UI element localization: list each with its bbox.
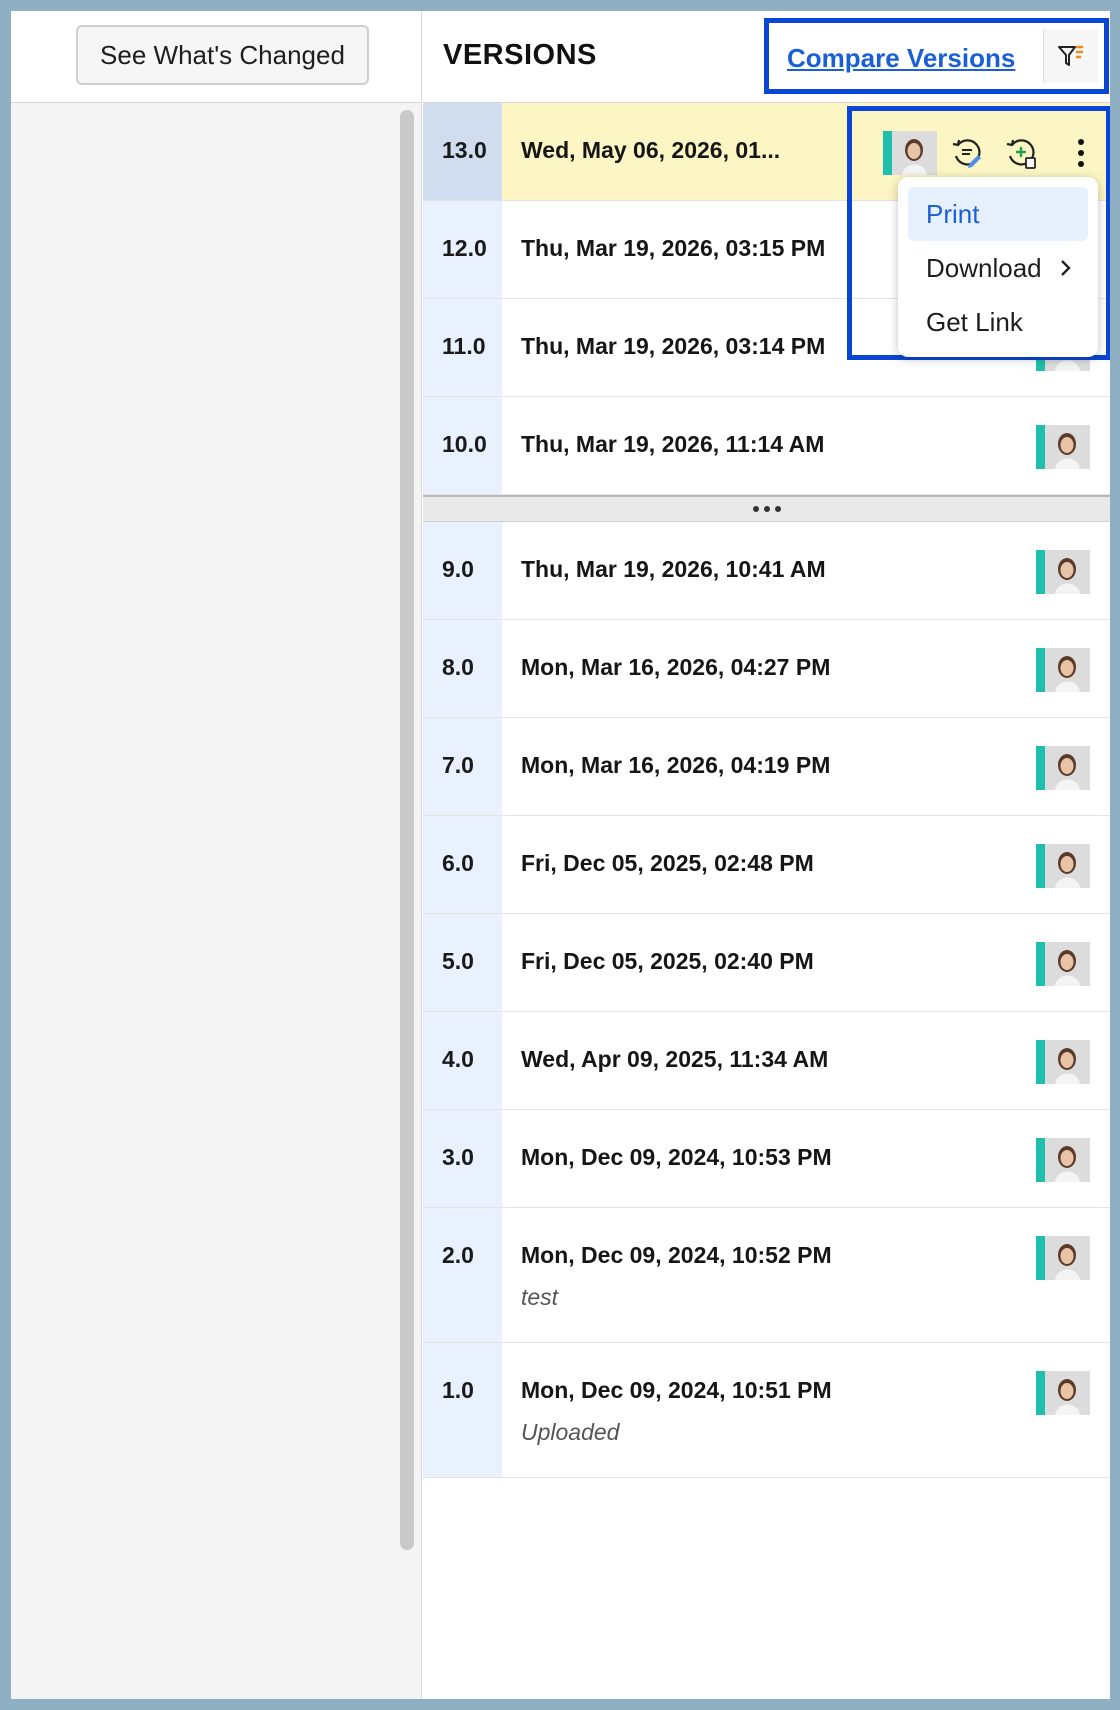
version-content: Mon, Dec 09, 2024, 10:51 PM Uploaded	[502, 1343, 1110, 1477]
version-row[interactable]: 8.0 Mon, Mar 16, 2026, 04:27 PM	[423, 620, 1110, 718]
version-row[interactable]: 5.0 Fri, Dec 05, 2025, 02:40 PM	[423, 914, 1110, 1012]
selected-row-actions	[883, 131, 1103, 181]
version-number: 4.0	[423, 1012, 502, 1109]
version-row[interactable]: 1.0 Mon, Dec 09, 2024, 10:51 PM Uploaded	[423, 1343, 1110, 1478]
avatar[interactable]	[1036, 550, 1090, 594]
version-date: Thu, Mar 19, 2026, 03:15 PM	[521, 235, 826, 261]
version-number: 10.0	[423, 397, 502, 494]
versions-header: VERSIONS Compare Versions	[423, 11, 1110, 103]
version-number: 7.0	[423, 718, 502, 815]
scrollbar[interactable]	[400, 110, 414, 1550]
version-row[interactable]: 10.0 Thu, Mar 19, 2026, 11:14 AM	[423, 397, 1110, 495]
make-copy-icon	[1006, 139, 1036, 169]
version-number: 3.0	[423, 1110, 502, 1207]
window: See What's Changed VERSIONS Compare Vers…	[11, 11, 1110, 1699]
version-number: 5.0	[423, 914, 502, 1011]
avatar[interactable]	[1036, 1138, 1090, 1182]
version-date: Thu, Mar 19, 2026, 03:14 PM	[521, 333, 826, 359]
filter-button[interactable]	[1043, 29, 1098, 83]
preview-area	[11, 103, 421, 1699]
filter-icon	[1058, 45, 1083, 66]
restore-version-icon	[952, 139, 981, 168]
menu-item-download[interactable]: Download	[908, 241, 1088, 295]
version-number: 1.0	[423, 1343, 502, 1477]
menu-item-print[interactable]: Print	[908, 187, 1088, 241]
version-number: 13.0	[423, 103, 502, 200]
version-number: 6.0	[423, 816, 502, 913]
more-options-button[interactable]	[1061, 133, 1101, 173]
version-date: Fri, Dec 05, 2025, 02:48 PM	[521, 850, 814, 876]
avatar[interactable]	[1036, 844, 1090, 888]
version-date: Thu, Mar 19, 2026, 10:41 AM	[521, 556, 826, 582]
more-options-icon	[1078, 139, 1084, 167]
version-content: Thu, Mar 19, 2026, 11:14 AM	[502, 397, 1110, 494]
compare-versions-highlight: Compare Versions	[764, 18, 1109, 94]
menu-item-download-label: Download	[926, 252, 1042, 283]
see-whats-changed-button[interactable]: See What's Changed	[76, 25, 369, 85]
version-content: Fri, Dec 05, 2025, 02:48 PM	[502, 816, 1110, 913]
version-row[interactable]: 7.0 Mon, Mar 16, 2026, 04:19 PM	[423, 718, 1110, 816]
version-date: Mon, Mar 16, 2026, 04:19 PM	[521, 752, 831, 778]
version-row[interactable]: 4.0 Wed, Apr 09, 2025, 11:34 AM	[423, 1012, 1110, 1110]
version-row[interactable]: 6.0 Fri, Dec 05, 2025, 02:48 PM	[423, 816, 1110, 914]
version-content: Mon, Mar 16, 2026, 04:19 PM	[502, 718, 1110, 815]
version-date: Wed, May 06, 2026, 01...	[521, 137, 781, 163]
context-menu: Print Download Get Link	[898, 177, 1098, 357]
version-content: Mon, Dec 09, 2024, 10:53 PM	[502, 1110, 1110, 1207]
versions-title: VERSIONS	[443, 39, 597, 71]
preview-header: See What's Changed	[11, 11, 421, 103]
expand-dots-icon	[752, 506, 781, 512]
avatar[interactable]	[1036, 746, 1090, 790]
version-date: Wed, Apr 09, 2025, 11:34 AM	[521, 1046, 829, 1072]
version-date: Mon, Dec 09, 2024, 10:51 PM	[521, 1377, 832, 1403]
restore-version-button[interactable]	[947, 133, 987, 173]
version-number: 2.0	[423, 1208, 502, 1342]
avatar[interactable]	[883, 131, 937, 175]
make-copy-button[interactable]	[1001, 133, 1041, 173]
version-note: Uploaded	[521, 1419, 620, 1445]
avatar[interactable]	[1036, 942, 1090, 986]
version-content: Mon, Mar 16, 2026, 04:27 PM	[502, 620, 1110, 717]
version-date: Mon, Dec 09, 2024, 10:53 PM	[521, 1144, 832, 1170]
version-content: Thu, Mar 19, 2026, 10:41 AM	[502, 522, 1110, 619]
version-number: 8.0	[423, 620, 502, 717]
version-row[interactable]: 2.0 Mon, Dec 09, 2024, 10:52 PM test	[423, 1208, 1110, 1343]
avatar[interactable]	[1036, 1371, 1090, 1415]
version-row[interactable]: 9.0 Thu, Mar 19, 2026, 10:41 AM	[423, 522, 1110, 620]
version-number: 12.0	[423, 201, 502, 298]
expand-hidden-versions[interactable]	[423, 495, 1110, 522]
version-date: Thu, Mar 19, 2026, 11:14 AM	[521, 431, 825, 457]
avatar[interactable]	[1036, 425, 1090, 469]
avatar[interactable]	[1036, 1236, 1090, 1280]
chevron-right-icon	[1061, 260, 1071, 276]
compare-versions-link[interactable]: Compare Versions	[787, 43, 1015, 74]
version-content: Wed, Apr 09, 2025, 11:34 AM	[502, 1012, 1110, 1109]
version-note: test	[521, 1284, 559, 1310]
version-number: 11.0	[423, 299, 502, 396]
avatar[interactable]	[1036, 1040, 1090, 1084]
menu-item-get-link[interactable]: Get Link	[908, 295, 1088, 349]
version-date: Fri, Dec 05, 2025, 02:40 PM	[521, 948, 814, 974]
version-date: Mon, Dec 09, 2024, 10:52 PM	[521, 1242, 832, 1268]
version-number: 9.0	[423, 522, 502, 619]
version-row[interactable]: 3.0 Mon, Dec 09, 2024, 10:53 PM	[423, 1110, 1110, 1208]
avatar[interactable]	[1036, 648, 1090, 692]
version-content: Mon, Dec 09, 2024, 10:52 PM test	[502, 1208, 1110, 1342]
preview-pane: See What's Changed	[11, 11, 422, 1699]
version-content: Fri, Dec 05, 2025, 02:40 PM	[502, 914, 1110, 1011]
version-date: Mon, Mar 16, 2026, 04:27 PM	[521, 654, 831, 680]
